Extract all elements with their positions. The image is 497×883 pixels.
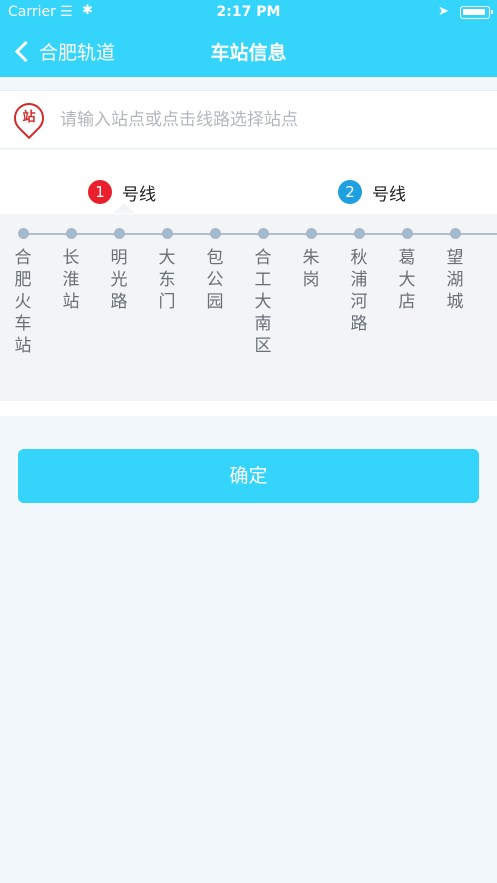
search-input[interactable] bbox=[60, 105, 480, 135]
station-dot bbox=[353, 228, 365, 239]
nav-bar: 合肥轨道 车站信息 bbox=[0, 28, 497, 74]
station-dot bbox=[305, 228, 317, 239]
station-item[interactable]: 秋浦河路 bbox=[347, 228, 371, 335]
station-dot bbox=[449, 228, 461, 239]
station-name: 明光路 bbox=[110, 248, 128, 312]
station-item[interactable]: 长淮站 bbox=[59, 228, 83, 313]
station-item[interactable]: 大东门 bbox=[155, 228, 179, 313]
station-dot bbox=[113, 228, 125, 239]
tab-line-1-label: 号线 bbox=[122, 184, 156, 205]
station-item[interactable]: 明光路 bbox=[107, 228, 131, 313]
status-time: 2:17 PM bbox=[216, 4, 281, 20]
station-dot bbox=[161, 228, 173, 239]
station-dot bbox=[401, 228, 413, 239]
station-item[interactable]: 合肥火车站 bbox=[11, 228, 35, 357]
station-name: 包公园 bbox=[206, 248, 224, 312]
header: Carrier ☰ ✱ 2:17 PM ➤ 合肥轨道 车站信息 bbox=[0, 0, 497, 77]
station-item[interactable]: 包公园 bbox=[203, 228, 227, 313]
station-name: 合工大南区 bbox=[254, 248, 272, 356]
station-pin-label: 站 bbox=[22, 110, 36, 125]
station-item[interactable]: 朱岗 bbox=[299, 228, 323, 291]
status-bar: Carrier ☰ ✱ 2:17 PM ➤ bbox=[0, 0, 497, 26]
line-2-badge: 2 bbox=[338, 180, 362, 204]
lines-panel: 1 号线 2 号线 合肥火车站 长淮站 明光路 大东门 包公园 合工大南区 朱岗… bbox=[0, 150, 497, 416]
station-item[interactable]: 合工大南区 bbox=[251, 228, 275, 357]
confirm-button[interactable]: 确定 bbox=[18, 449, 479, 503]
location-icon: ➤ bbox=[438, 4, 449, 19]
line-1-badge: 1 bbox=[88, 180, 112, 204]
station-name: 大东门 bbox=[158, 248, 176, 312]
station-dot bbox=[257, 228, 269, 239]
station-dot bbox=[209, 228, 221, 239]
page-title: 车站信息 bbox=[210, 42, 287, 64]
station-name: 秋浦河路 bbox=[350, 248, 368, 334]
station-dot bbox=[65, 228, 77, 239]
station-name: 朱岗 bbox=[302, 248, 320, 290]
search-bar: 站 bbox=[0, 90, 497, 149]
station-item[interactable]: 望湖城 bbox=[443, 228, 467, 313]
tab-line-1[interactable]: 1 号线 bbox=[88, 179, 156, 205]
station-item[interactable]: 葛大店 bbox=[395, 228, 419, 313]
battery-icon bbox=[460, 6, 493, 19]
station-list: 合肥火车站 长淮站 明光路 大东门 包公园 合工大南区 朱岗 秋浦河路 葛大店 … bbox=[0, 214, 497, 401]
selected-tab-pointer bbox=[114, 203, 134, 213]
station-name: 葛大店 bbox=[398, 248, 416, 312]
station-name: 望湖城 bbox=[446, 248, 464, 312]
tab-line-2-label: 号线 bbox=[372, 184, 406, 205]
station-name: 合肥火车站 bbox=[14, 248, 32, 356]
station-name: 长淮站 bbox=[62, 248, 80, 312]
tab-line-2[interactable]: 2 号线 bbox=[338, 179, 406, 205]
station-dot bbox=[17, 228, 29, 239]
